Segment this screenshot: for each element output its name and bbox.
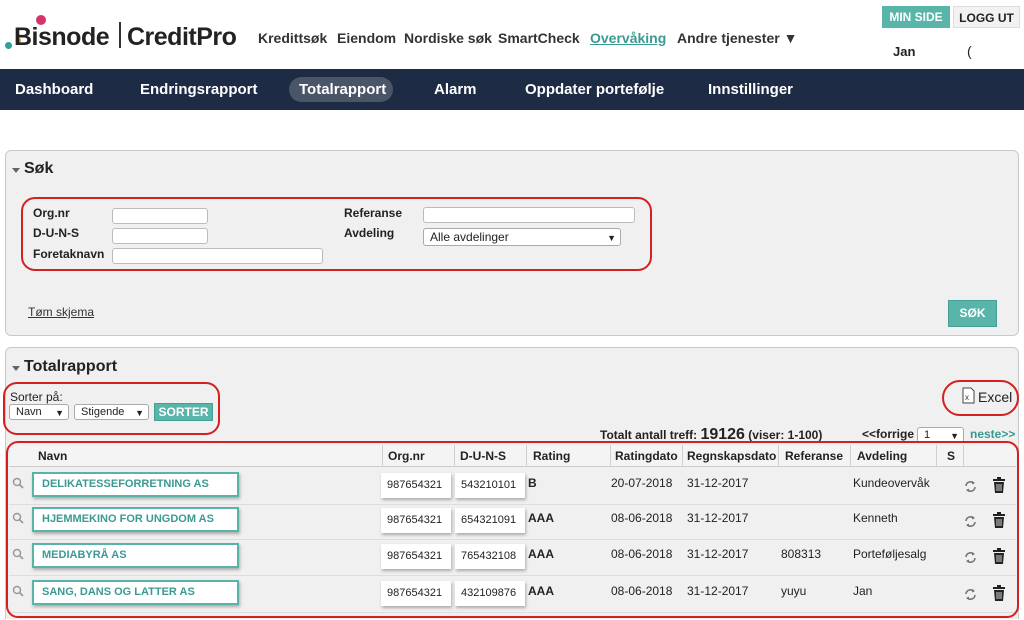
brand-bisnode: Bisnode bbox=[14, 23, 110, 51]
prev-page-link[interactable]: <<forrige bbox=[862, 427, 914, 441]
topnav-kredittsok[interactable]: Kredittsøk bbox=[258, 30, 327, 46]
menu-oppdater-portefolje[interactable]: Oppdater portefølje bbox=[525, 81, 664, 98]
topnav-andre-tjenester[interactable]: Andre tjenester ▼ bbox=[677, 30, 797, 46]
sort-order-value: Stigende bbox=[81, 406, 125, 418]
highlight-table bbox=[6, 441, 1019, 618]
foretaknavn-label: Foretaknavn bbox=[33, 247, 105, 261]
user-paren-close: ) bbox=[1015, 43, 1020, 59]
collapse-report-icon[interactable] bbox=[12, 366, 20, 371]
caret-down-icon: ▼ bbox=[55, 408, 64, 418]
excel-label: Excel bbox=[978, 389, 1013, 405]
report-panel-title: Totalrapport bbox=[24, 358, 118, 375]
sort-order-select[interactable]: Stigende ▼ bbox=[74, 404, 149, 420]
caret-down-icon: ▼ bbox=[607, 233, 616, 243]
referanse-label: Referanse bbox=[344, 206, 403, 220]
svg-text:x: x bbox=[965, 393, 969, 402]
brand-creditpro[interactable]: CreditPro bbox=[127, 23, 237, 52]
orgnr-input[interactable] bbox=[112, 208, 208, 224]
excel-file-icon: x bbox=[962, 387, 975, 404]
user-paren: ( bbox=[967, 43, 972, 59]
menu-alarm[interactable]: Alarm bbox=[434, 81, 477, 98]
caret-down-icon: ▼ bbox=[135, 408, 144, 418]
sort-button[interactable]: SORTER bbox=[154, 403, 213, 421]
search-panel-title: Søk bbox=[24, 160, 54, 177]
total-hits-label: Totalt antall treff: bbox=[600, 428, 698, 442]
topnav-nordiske-sok[interactable]: Nordiske søk bbox=[404, 30, 492, 46]
total-hits-showing: (viser: 1-100) bbox=[748, 428, 823, 442]
menu-endringsrapport[interactable]: Endringsrapport bbox=[140, 81, 258, 98]
collapse-search-icon[interactable] bbox=[12, 168, 20, 173]
menu-innstillinger[interactable]: Innstillinger bbox=[708, 81, 793, 98]
menu-totalrapport[interactable]: Totalrapport bbox=[299, 81, 386, 98]
username: Jan bbox=[893, 44, 916, 59]
bisnode-logo[interactable]: Bisnode bbox=[0, 0, 120, 60]
next-page-link[interactable]: neste>> bbox=[970, 427, 1015, 441]
avdeling-select[interactable]: Alle avdelinger ▼ bbox=[423, 228, 621, 246]
sort-label: Sorter på: bbox=[10, 390, 63, 404]
search-button[interactable]: SØK bbox=[948, 300, 997, 327]
foretaknavn-input[interactable] bbox=[112, 248, 323, 264]
brand-divider bbox=[119, 22, 121, 48]
duns-label: D-U-N-S bbox=[33, 226, 79, 240]
topnav-smartcheck[interactable]: SmartCheck bbox=[498, 30, 580, 46]
menu-dashboard[interactable]: Dashboard bbox=[15, 81, 93, 98]
sort-field-value: Navn bbox=[16, 406, 42, 418]
min-side-button[interactable]: MIN SIDE bbox=[882, 6, 950, 28]
duns-input[interactable] bbox=[112, 228, 208, 244]
sort-field-select[interactable]: Navn ▼ bbox=[9, 404, 69, 420]
clear-form-link[interactable]: Tøm skjema bbox=[28, 305, 94, 319]
logout-button[interactable]: LOGG UT bbox=[953, 6, 1020, 28]
topnav-overvaking[interactable]: Overvåking bbox=[590, 30, 666, 46]
avdeling-select-value: Alle avdelinger bbox=[430, 230, 509, 244]
page-select-value: 1 bbox=[924, 429, 931, 441]
referanse-input[interactable] bbox=[423, 207, 635, 223]
orgnr-label: Org.nr bbox=[33, 206, 70, 220]
topnav-eiendom[interactable]: Eiendom bbox=[337, 30, 396, 46]
avdeling-label: Avdeling bbox=[344, 226, 395, 240]
